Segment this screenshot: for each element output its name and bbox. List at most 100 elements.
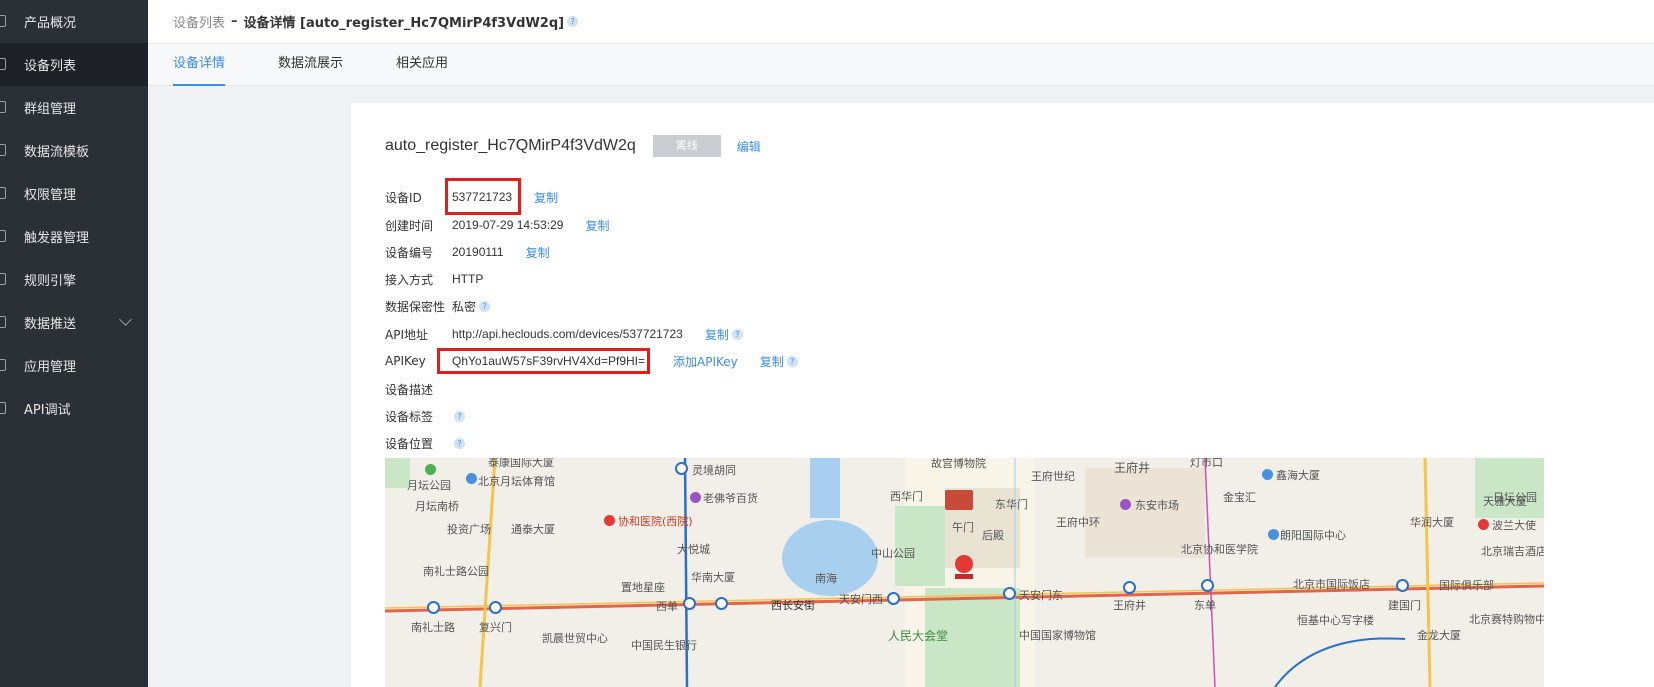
help-icon[interactable]: ?: [786, 355, 798, 367]
map-label: 大悦城: [677, 543, 710, 556]
subway-station-icon: [683, 597, 696, 610]
map-label: 东华门: [995, 498, 1028, 511]
map-label: 北京瑞吉酒店: [1481, 545, 1544, 558]
copy-apikey-button[interactable]: 复制: [760, 353, 784, 370]
sidebar-item-permission-management[interactable]: 权限管理: [0, 172, 148, 215]
help-icon[interactable]: ?: [567, 16, 579, 27]
subway-station-icon: [1123, 581, 1136, 594]
subway-station-icon: [715, 597, 728, 610]
access-method-label: 接入方式: [385, 272, 434, 287]
push-icon: [0, 316, 6, 328]
sidebar-item-product-overview[interactable]: 产品概况: [0, 0, 148, 43]
device-name: auto_register_Hc7QMirP4f3VdW2q: [385, 137, 636, 154]
serial-value: 20190111: [452, 245, 504, 259]
template-icon: [0, 144, 6, 156]
map-label: 天安门东: [1019, 589, 1063, 602]
map-label: 通泰大厦: [511, 523, 555, 536]
sidebar-item-label: 规则引擎: [24, 274, 77, 289]
sidebar-item-datastream-template[interactable]: 数据流模板: [0, 129, 148, 172]
map-label: 西单: [656, 600, 678, 613]
map-label: 月坛公园: [407, 479, 451, 492]
map-label: 中国民生银行: [631, 639, 697, 652]
tab-related-apps[interactable]: 相关应用: [396, 44, 448, 86]
shopping-icon: [1120, 499, 1131, 510]
map-label: 波兰大使: [1492, 519, 1536, 532]
sidebar-item-app-management[interactable]: 应用管理: [0, 344, 148, 387]
subway-station-icon: [489, 601, 502, 614]
created-time-row: 创建时间 2019-07-29 14:53:29 复制: [385, 215, 609, 235]
created-time-label: 创建时间: [385, 218, 434, 233]
access-method-row: 接入方式 HTTP: [385, 269, 483, 289]
trigger-icon: [0, 230, 6, 242]
highlight-apikey: [437, 348, 650, 374]
map-label: 中国国家博物馆: [1019, 629, 1096, 642]
edit-button[interactable]: 编辑: [737, 138, 761, 155]
building-icon: [1262, 469, 1273, 480]
subway-station-icon: [1201, 579, 1214, 592]
subway-station-icon: [427, 601, 440, 614]
breadcrumb-device-list-link[interactable]: 设备列表: [173, 12, 225, 31]
breadcrumb-separator: –: [231, 14, 238, 29]
map-label: 建国门: [1388, 599, 1421, 612]
add-apikey-button[interactable]: 添加APIKey: [673, 353, 738, 370]
tab-device-details[interactable]: 设备详情: [173, 44, 226, 86]
description-row: 设备描述: [385, 379, 452, 399]
tab-bar: 设备详情 数据流展示 相关应用: [148, 44, 1654, 86]
location-label: 设备位置: [385, 436, 434, 451]
map-label: 复兴门: [479, 621, 512, 634]
map-label: 东单: [1194, 599, 1216, 612]
building-icon: [1268, 529, 1279, 540]
map-label: 南礼士路: [411, 621, 455, 634]
map-label: 南海: [815, 572, 837, 585]
map-label: 故宫博物院: [931, 458, 986, 470]
breadcrumb: 设备列表 – 设备详情 [auto_register_Hc7QMirP4f3Vd…: [148, 0, 1654, 44]
map-label: 恒基中心写字楼: [1297, 614, 1374, 627]
landmark-icon: [466, 473, 477, 484]
sidebar-item-label: 设备列表: [24, 59, 77, 74]
tiananmen-icon: [945, 490, 973, 510]
location-map[interactable]: 月坛公园 北京月坛体育馆 泰康国际大厦 灵境胡同 故宫博物院 王府世纪 王府井 …: [385, 458, 1544, 687]
chevron-down-icon[interactable]: [119, 313, 132, 326]
tags-row: 设备标签 ?: [385, 406, 465, 426]
api-icon: [0, 402, 6, 414]
sidebar-item-api-debug[interactable]: API调试: [0, 387, 148, 430]
map-label: 西长安街: [771, 599, 815, 612]
help-icon[interactable]: ?: [454, 410, 465, 422]
copy-created-time-button[interactable]: 复制: [585, 217, 609, 234]
sidebar-item-label: 权限管理: [24, 188, 77, 203]
map-label: 西华门: [890, 490, 923, 503]
help-icon[interactable]: ?: [454, 437, 465, 449]
copy-api-url-button[interactable]: 复制: [705, 326, 729, 343]
copy-serial-button[interactable]: 复制: [526, 244, 550, 261]
privacy-row: 数据保密性 私密 ?: [385, 296, 491, 316]
sidebar-item-trigger-management[interactable]: 触发器管理: [0, 215, 148, 258]
list-icon: [0, 58, 6, 70]
sidebar-item-label: 数据推送: [24, 317, 77, 332]
map-label: 王府中环: [1056, 516, 1100, 529]
copy-device-id-button[interactable]: 复制: [534, 189, 558, 206]
sidebar-item-group-management[interactable]: 群组管理: [0, 86, 148, 129]
subway-station-icon: [887, 592, 900, 605]
sidebar-item-rule-engine[interactable]: 规则引擎: [0, 258, 148, 301]
sidebar-item-data-push[interactable]: 数据推送: [0, 301, 148, 344]
sidebar-item-device-list[interactable]: 设备列表: [0, 43, 148, 86]
map-label: 南礼士路公园: [423, 565, 489, 578]
map-label: 灯市口: [1190, 458, 1223, 469]
map-label: 朗阳国际中心: [1280, 529, 1346, 542]
map-label: 凯晨世贸中心: [542, 632, 608, 645]
sidebar-item-label: 群组管理: [24, 102, 77, 117]
sidebar-item-label: API调试: [24, 403, 71, 418]
help-icon[interactable]: ?: [479, 300, 491, 312]
created-time-value: 2019-07-29 14:53:29: [452, 218, 564, 232]
map-label: 华润大厦: [1410, 516, 1454, 529]
hospital-icon: [604, 515, 615, 526]
privacy-label: 数据保密性: [385, 299, 446, 314]
map-label: 置地星座: [621, 581, 665, 594]
help-icon[interactable]: ?: [731, 328, 743, 340]
map-label: 投资广场: [447, 523, 491, 536]
sidebar-item-label: 应用管理: [24, 360, 77, 375]
serial-row: 设备编号 20190111 复制: [385, 242, 550, 262]
overview-icon: [0, 15, 6, 27]
tab-datastream-display[interactable]: 数据流展示: [278, 44, 343, 86]
status-badge: 离线: [652, 135, 721, 157]
